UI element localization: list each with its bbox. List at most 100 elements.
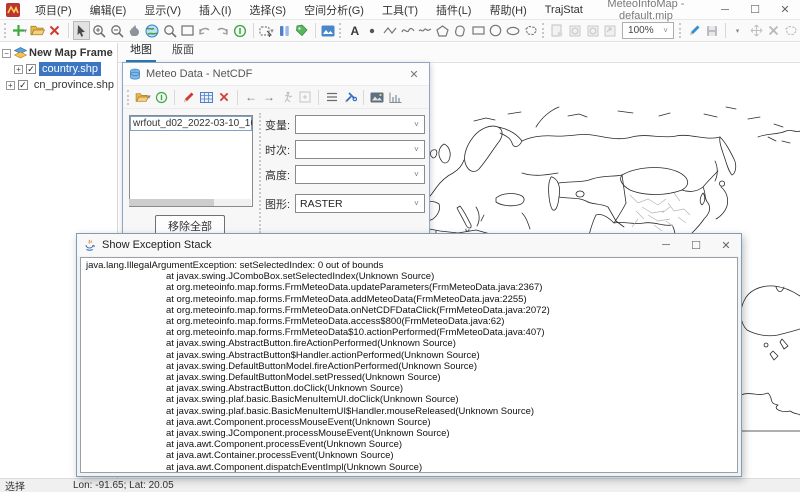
layer-node-cn-province[interactable]: + ✓ cn_province.shp xyxy=(0,77,117,93)
menu-view[interactable]: 显示(V) xyxy=(135,0,190,20)
previous-time-button[interactable]: ← xyxy=(242,88,260,106)
select-features-button[interactable]: ▾ xyxy=(258,21,276,40)
chart-button[interactable] xyxy=(386,88,404,106)
meteo-dialog-titlebar[interactable]: Meteo Data - NetCDF ✕ xyxy=(123,63,429,86)
time-combobox[interactable]: ˅ xyxy=(295,140,425,159)
text-tool-button[interactable]: A xyxy=(346,21,364,40)
zoom-level-value: 100% xyxy=(623,25,659,36)
exception-maximize-button[interactable]: ☐ xyxy=(681,236,711,255)
stack-line: at org.meteoinfo.map.forms.FrmMeteoData.… xyxy=(86,294,737,305)
page-zoom-out-button[interactable] xyxy=(584,21,602,40)
reshape-feature-button[interactable] xyxy=(783,21,800,40)
graphic-combobox[interactable]: RASTER˅ xyxy=(295,194,425,213)
panel-splitter[interactable] xyxy=(259,113,261,233)
move-feature-button[interactable] xyxy=(747,21,765,40)
full-extent-button[interactable] xyxy=(143,21,161,40)
fit-page-button[interactable] xyxy=(601,21,619,40)
map-frame-node[interactable]: − New Map Frame xyxy=(0,45,117,61)
zoom-level-combobox[interactable]: 100% ˅ xyxy=(622,22,674,39)
pan-tool-button[interactable] xyxy=(126,21,144,40)
edit-tools-dropdown[interactable]: ▾ xyxy=(730,21,748,40)
animate-button[interactable] xyxy=(278,88,296,106)
menu-trajstat[interactable]: TrajStat xyxy=(536,2,592,18)
open-data-button[interactable]: ▾ xyxy=(134,88,152,106)
minimize-button[interactable]: ─ xyxy=(710,0,740,19)
menu-edit[interactable]: 编辑(E) xyxy=(81,0,136,20)
map-image-button[interactable] xyxy=(319,21,337,40)
page-zoom-in-button[interactable] xyxy=(566,21,584,40)
label-button[interactable] xyxy=(293,21,311,40)
polyline-tool-button[interactable] xyxy=(381,21,399,40)
select-tool-button[interactable] xyxy=(73,21,91,40)
point-tool-button[interactable] xyxy=(364,21,382,40)
meteo-dialog-close-icon[interactable]: ✕ xyxy=(403,68,425,81)
exception-stack-text[interactable]: java.lang.IllegalArgumentException: setS… xyxy=(80,257,738,473)
variable-row: 变量: ˅ xyxy=(265,115,425,134)
add-layer-button[interactable]: ▾ xyxy=(11,21,29,40)
close-button[interactable]: ✕ xyxy=(770,0,800,19)
identify-button[interactable] xyxy=(231,21,249,40)
graphic-value: RASTER xyxy=(296,198,409,210)
layer-node-country[interactable]: + ✓ country.shp xyxy=(0,61,117,77)
exception-dialog-titlebar[interactable]: Show Exception Stack ─ ☐ ✕ xyxy=(77,234,741,256)
menu-help[interactable]: 帮助(H) xyxy=(480,0,535,20)
expand-icon[interactable]: + xyxy=(6,81,15,90)
settings-tools-button[interactable] xyxy=(341,88,359,106)
maximize-button[interactable]: ☐ xyxy=(740,0,770,19)
draw-data-button[interactable] xyxy=(179,88,197,106)
clear-draw-button[interactable] xyxy=(215,88,233,106)
collapse-icon[interactable]: − xyxy=(2,49,11,58)
save-edits-button[interactable] xyxy=(703,21,721,40)
menu-geoprocessing[interactable]: 空间分析(G) xyxy=(295,0,373,20)
data-table-button[interactable] xyxy=(197,88,215,106)
edit-pencil-button[interactable] xyxy=(686,21,704,40)
output-image-button[interactable] xyxy=(368,88,386,106)
data-file-list[interactable]: wrfout_d02_2022-03-10_16_00_00 xyxy=(129,115,253,207)
level-combobox[interactable]: ˅ xyxy=(295,165,425,184)
scrollbar-thumb[interactable] xyxy=(129,199,214,206)
exception-close-button[interactable]: ✕ xyxy=(711,236,741,255)
polygon-tool-button[interactable] xyxy=(434,21,452,40)
file-list-hscrollbar[interactable] xyxy=(129,199,251,206)
layer-checkbox[interactable]: ✓ xyxy=(26,64,36,74)
layer-checkbox[interactable]: ✓ xyxy=(18,80,28,90)
curve-polygon-tool-button[interactable] xyxy=(452,21,470,40)
zoom-to-extent-button[interactable] xyxy=(161,21,179,40)
variable-combobox[interactable]: ˅ xyxy=(295,115,425,134)
graphic-row: 图形: RASTER˅ xyxy=(265,194,425,213)
curve-tool-button[interactable] xyxy=(399,21,417,40)
measurement-button[interactable] xyxy=(275,21,293,40)
tab-map[interactable]: 地图 xyxy=(126,39,156,62)
data-file-item[interactable]: wrfout_d02_2022-03-10_16_00_00 xyxy=(130,116,252,131)
freehand-tool-button[interactable] xyxy=(416,21,434,40)
zoom-in-tool-button[interactable] xyxy=(90,21,108,40)
redo-button[interactable] xyxy=(214,21,232,40)
new-layout-button[interactable] xyxy=(549,21,567,40)
remove-layer-button[interactable] xyxy=(46,21,64,40)
variable-label: 变量: xyxy=(265,117,295,133)
data-info-button[interactable] xyxy=(152,88,170,106)
delete-feature-button[interactable] xyxy=(765,21,783,40)
menu-insert[interactable]: 插入(I) xyxy=(190,0,240,20)
tab-layout[interactable]: 版面 xyxy=(168,39,198,62)
rect-zoom-button[interactable] xyxy=(178,21,196,40)
open-project-button[interactable] xyxy=(29,21,47,40)
menu-plugins[interactable]: 插件(L) xyxy=(427,0,480,20)
freehand-polygon-tool-button[interactable] xyxy=(522,21,540,40)
exception-minimize-button[interactable]: ─ xyxy=(651,236,681,255)
layer-label-cn-province[interactable]: cn_province.shp xyxy=(31,78,117,92)
rectangle-tool-button[interactable] xyxy=(469,21,487,40)
stack-line: at org.meteoinfo.map.forms.FrmMeteoData.… xyxy=(86,316,737,327)
ellipse-tool-button[interactable] xyxy=(504,21,522,40)
zoom-out-tool-button[interactable] xyxy=(108,21,126,40)
next-time-button[interactable]: → xyxy=(260,88,278,106)
expand-icon[interactable]: + xyxy=(14,65,23,74)
layer-label-country[interactable]: country.shp xyxy=(39,62,101,76)
menu-tools[interactable]: 工具(T) xyxy=(373,0,427,20)
circle-tool-button[interactable] xyxy=(487,21,505,40)
animation-settings-button[interactable] xyxy=(296,88,314,106)
undo-button[interactable] xyxy=(196,21,214,40)
legend-list-button[interactable] xyxy=(323,88,341,106)
menu-project[interactable]: 项目(P) xyxy=(26,0,81,20)
menu-selection[interactable]: 选择(S) xyxy=(240,0,295,20)
